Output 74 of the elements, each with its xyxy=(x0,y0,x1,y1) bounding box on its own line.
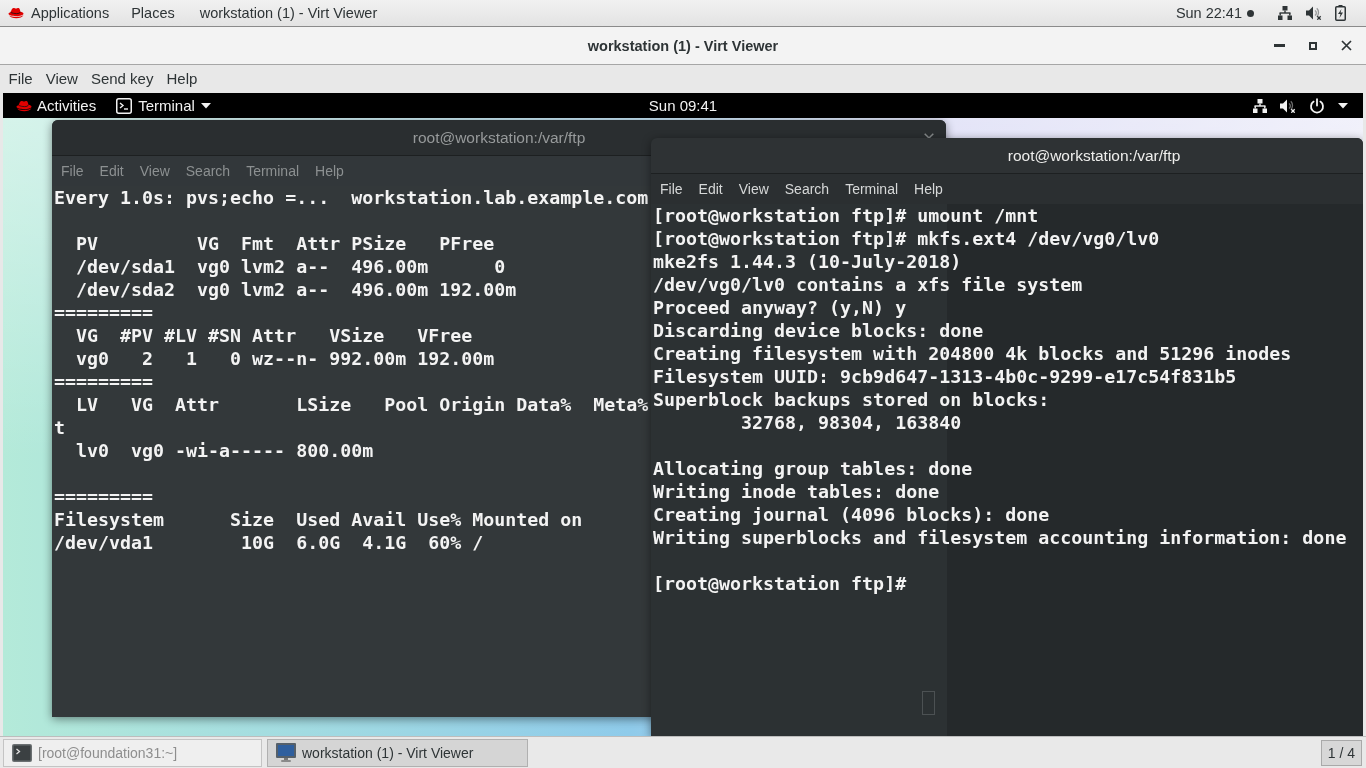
places-menu[interactable]: Places xyxy=(120,1,188,25)
hat-logo-icon xyxy=(16,99,32,112)
applications-menu[interactable]: Applications xyxy=(24,1,121,25)
window-title: workstation (1) - Virt Viewer xyxy=(587,37,779,54)
terminal-line: LV VG Attr LSize Pool Origin Data% Meta% xyxy=(75,393,649,416)
app-menu[interactable]: Terminal xyxy=(116,93,211,118)
terminal-line: mke2fs 1.44.3 (10-July-2018) xyxy=(653,250,962,273)
monitor-icon xyxy=(276,743,296,762)
terminal-line: Filesystem UUID: 9cb9d647-1313-4b0c-9299-e17c54f831b5 xyxy=(653,365,1237,388)
terminal-line: Proceed anyway? (y,N) y xyxy=(653,296,907,319)
terminal-line: [root@workstation ftp]# umount /mnt xyxy=(653,204,1039,227)
menu-item[interactable]: Help xyxy=(159,67,204,91)
terminal-line: 32768, 98304, 163840 xyxy=(740,411,962,434)
hat-logo-icon xyxy=(8,7,24,19)
terminal-line: ========= xyxy=(54,370,154,393)
taskbar-button[interactable]: workstation (1) - Virt Viewer xyxy=(267,738,528,767)
terminal-line: Creating filesystem with 204800 4k blocks and 51296 inodes xyxy=(653,342,1292,365)
window-menu[interactable]: workstation (1) - Virt Viewer xyxy=(187,1,389,25)
menu-item[interactable]: Help xyxy=(906,178,951,200)
terminal-icon xyxy=(12,743,32,762)
power-icon[interactable] xyxy=(1309,97,1325,114)
menu-item[interactable]: View xyxy=(39,67,85,91)
terminal-line: Allocating group tables: done xyxy=(653,457,973,480)
terminal-line: [root@workstation ftp]# mkfs.ext4 /dev/vg0/lv0 xyxy=(653,227,1160,250)
menu-item[interactable]: File xyxy=(2,67,40,91)
caret-icon[interactable] xyxy=(1338,102,1348,109)
volume-muted-icon[interactable] xyxy=(1306,6,1322,20)
caret-icon xyxy=(200,102,211,109)
volume-muted-icon[interactable] xyxy=(1280,98,1296,113)
clock[interactable]: Sun 22:41 xyxy=(1175,1,1242,25)
menu-item[interactable]: Search xyxy=(776,178,838,200)
window-title: root@workstation:/var/ftp xyxy=(412,128,586,147)
clock[interactable]: Sun 09:41 xyxy=(648,97,718,114)
terminal-line: lv0 vg0 -wi-a----- 800.00m xyxy=(75,439,374,462)
terminal-line: /dev/sda1 vg0 lvm2 a-- 496.00m 0 xyxy=(75,255,506,278)
terminal-line: /dev/sda2 vg0 lvm2 a-- 496.00m 192.00m xyxy=(75,278,517,301)
menu-item[interactable]: Terminal xyxy=(238,160,308,182)
notification-dot-icon xyxy=(1247,9,1254,17)
close-icon[interactable] xyxy=(1341,40,1352,51)
menu-item[interactable]: Send key xyxy=(84,67,160,91)
terminal-line: ========= xyxy=(54,301,154,324)
menu-item[interactable]: View xyxy=(131,160,178,182)
menu-item[interactable]: View xyxy=(730,178,777,200)
terminal-icon xyxy=(116,97,133,114)
network-icon[interactable] xyxy=(1278,6,1292,20)
menu-item[interactable]: Help xyxy=(307,160,352,182)
menu-item[interactable]: File xyxy=(652,178,691,200)
terminal-line: vg0 2 1 0 wz--n- 992.00m 192.00m xyxy=(75,347,495,370)
terminal-line: [root@workstation ftp]# xyxy=(653,572,907,595)
terminal-line: Discarding device blocks: done xyxy=(653,319,984,342)
terminal-line: t xyxy=(54,416,65,439)
window-title: root@workstation:/var/ftp xyxy=(1007,146,1181,165)
terminal-line: Filesystem Size Used Avail Use% Mounted on xyxy=(54,508,583,531)
maximize-icon[interactable] xyxy=(1309,41,1317,50)
workspace-switcher[interactable]: 1 / 4 xyxy=(1320,739,1362,766)
terminal-line: ========= xyxy=(54,485,154,508)
terminal-line: Every 1.0s: pvs;echo =... workstation.lab.example.com xyxy=(54,186,649,209)
terminal-line: /dev/vda1 10G 6.0G 4.1G 60% / xyxy=(54,531,484,554)
terminal-line: Creating journal (4096 blocks): done xyxy=(653,503,1050,526)
menu-item[interactable]: Edit xyxy=(690,178,731,200)
terminal-line: Writing inode tables: done xyxy=(653,480,940,503)
menu-item[interactable]: Edit xyxy=(91,160,132,182)
terminal-line: /dev/vg0/lv0 contains a xfs file system xyxy=(653,273,1083,296)
menu-item[interactable]: File xyxy=(53,160,92,182)
terminal-line: PV VG Fmt Attr PSize PFree xyxy=(75,232,495,255)
battery-charging-icon[interactable] xyxy=(1335,5,1346,21)
network-icon[interactable] xyxy=(1253,98,1267,113)
activities-button[interactable]: Activities xyxy=(16,93,97,118)
cursor-outline-icon xyxy=(922,691,935,715)
terminal-line: Writing superblocks and filesystem accounting information: done xyxy=(653,526,1347,549)
menu-item[interactable]: Terminal xyxy=(837,178,907,200)
terminal-line: VG #PV #LV #SN Attr VSize VFree xyxy=(75,324,473,347)
menu-item[interactable]: Search xyxy=(177,160,239,182)
terminal-line: Superblock backups stored on blocks: xyxy=(653,388,1050,411)
